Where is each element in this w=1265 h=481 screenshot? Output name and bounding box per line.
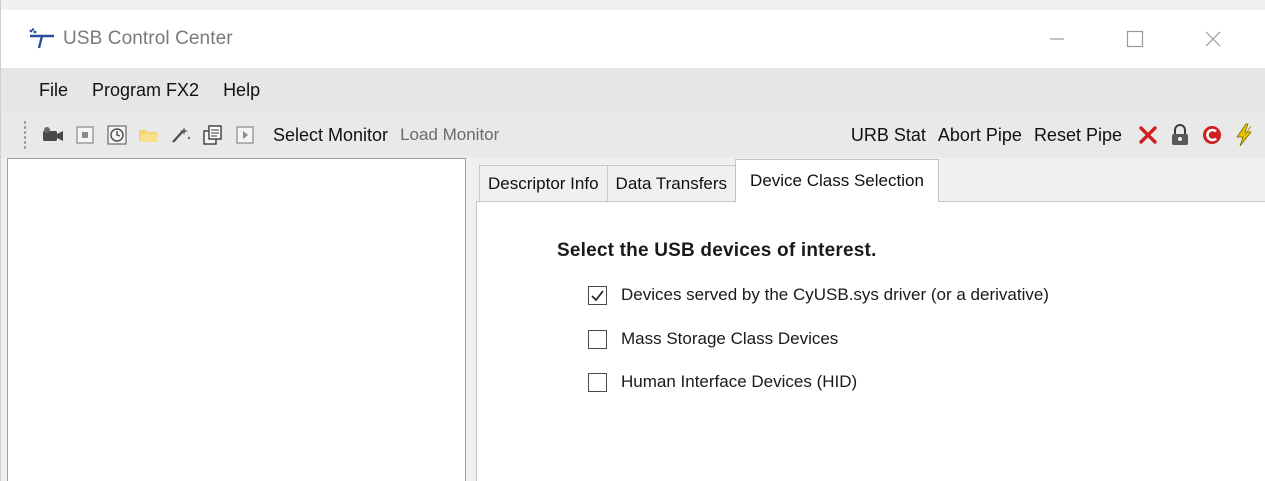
select-monitor-button[interactable]: Select Monitor	[267, 125, 394, 146]
cyusb-label: Devices served by the CyUSB.sys driver (…	[621, 285, 1049, 304]
documents-icon	[203, 125, 222, 145]
mass-storage-checkbox[interactable]	[588, 329, 607, 349]
camera-button[interactable]	[39, 121, 67, 149]
refresh-button[interactable]	[103, 121, 131, 149]
menu-bar: File Program FX2 Help	[1, 68, 1265, 112]
menu-help[interactable]: Help	[211, 68, 272, 112]
tab-strip: Descriptor Info Data Transfers Device Cl…	[479, 159, 939, 202]
red-x-icon	[1139, 126, 1157, 144]
hid-label: Human Interface Devices (HID)	[621, 372, 858, 391]
app-window: USB Control Center File Program FX2 Help	[0, 0, 1265, 481]
menu-program-fx2[interactable]: Program FX2	[80, 68, 211, 112]
option-hid[interactable]: Human Interface Devices (HID)	[588, 372, 857, 392]
camera-icon	[43, 127, 63, 141]
cycle-port-button[interactable]	[1198, 121, 1226, 149]
documents-button[interactable]	[199, 121, 227, 149]
play-button[interactable]	[231, 121, 259, 149]
option-mass-storage[interactable]: Mass Storage Class Devices	[588, 329, 838, 349]
tab-device-class-selection[interactable]: Device Class Selection	[735, 159, 939, 202]
checkmark-icon	[591, 289, 604, 301]
refresh-clock-icon	[107, 125, 127, 145]
toolbar-grip[interactable]	[23, 120, 27, 150]
wand-icon	[172, 127, 191, 143]
play-icon	[236, 126, 254, 144]
window-controls	[1018, 10, 1252, 68]
hid-checkbox[interactable]	[588, 372, 607, 392]
maximize-button[interactable]	[1096, 10, 1174, 68]
title-bar[interactable]: USB Control Center	[1, 10, 1265, 68]
folder-icon	[139, 130, 159, 142]
reset-c-icon	[1203, 126, 1221, 144]
tab-descriptor-info[interactable]: Descriptor Info	[479, 165, 608, 202]
reset-pipe-button[interactable]: Reset Pipe	[1028, 125, 1128, 146]
stop-button[interactable]	[71, 121, 99, 149]
urb-stat-button[interactable]: URB Stat	[845, 125, 932, 146]
device-tree[interactable]	[7, 158, 466, 481]
lock-icon	[1172, 124, 1188, 145]
minimize-button[interactable]	[1018, 10, 1096, 68]
close-icon	[1205, 31, 1221, 47]
usb-app-icon	[29, 28, 54, 49]
toolbar: Select Monitor Load Monitor URB Stat Abo…	[1, 112, 1265, 158]
power-button[interactable]	[1230, 121, 1258, 149]
lock-button[interactable]	[1166, 121, 1194, 149]
cyusb-checkbox[interactable]	[588, 285, 607, 305]
option-cyusb-devices[interactable]: Devices served by the CyUSB.sys driver (…	[588, 285, 1049, 305]
maximize-icon	[1126, 30, 1144, 48]
open-folder-button[interactable]	[135, 121, 163, 149]
minimize-icon	[1050, 38, 1064, 40]
abort-pipe-button[interactable]: Abort Pipe	[932, 125, 1028, 146]
device-class-panel: Select the USB devices of interest. Devi…	[476, 201, 1265, 481]
menu-file[interactable]: File	[27, 68, 80, 112]
wand-button[interactable]	[167, 121, 195, 149]
stop-icon	[76, 126, 94, 144]
lightning-icon	[1236, 123, 1252, 147]
window-title: USB Control Center	[63, 28, 233, 49]
mass-storage-label: Mass Storage Class Devices	[621, 329, 839, 348]
close-button[interactable]	[1174, 10, 1252, 68]
reset-device-button[interactable]	[1134, 121, 1162, 149]
load-monitor-button[interactable]: Load Monitor	[394, 125, 505, 145]
tab-data-transfers[interactable]: Data Transfers	[606, 165, 737, 202]
panel-heading: Select the USB devices of interest.	[557, 240, 877, 261]
